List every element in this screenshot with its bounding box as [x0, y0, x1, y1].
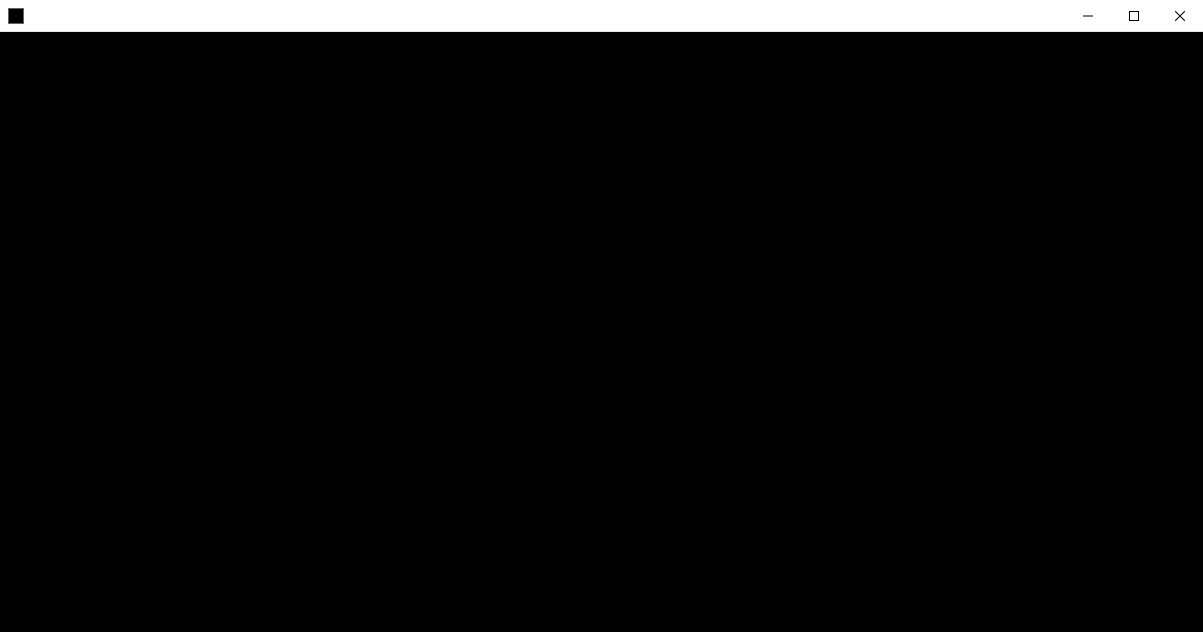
close-icon	[1175, 11, 1185, 21]
close-button[interactable]	[1157, 0, 1203, 31]
minimize-icon	[1083, 11, 1093, 21]
maximize-icon	[1129, 11, 1139, 21]
window-titlebar	[0, 0, 1203, 32]
maximize-button[interactable]	[1111, 0, 1157, 31]
window-controls	[1065, 0, 1203, 31]
minimize-button[interactable]	[1065, 0, 1111, 31]
terminal-output[interactable]	[0, 32, 1203, 632]
cmd-icon	[8, 8, 24, 24]
